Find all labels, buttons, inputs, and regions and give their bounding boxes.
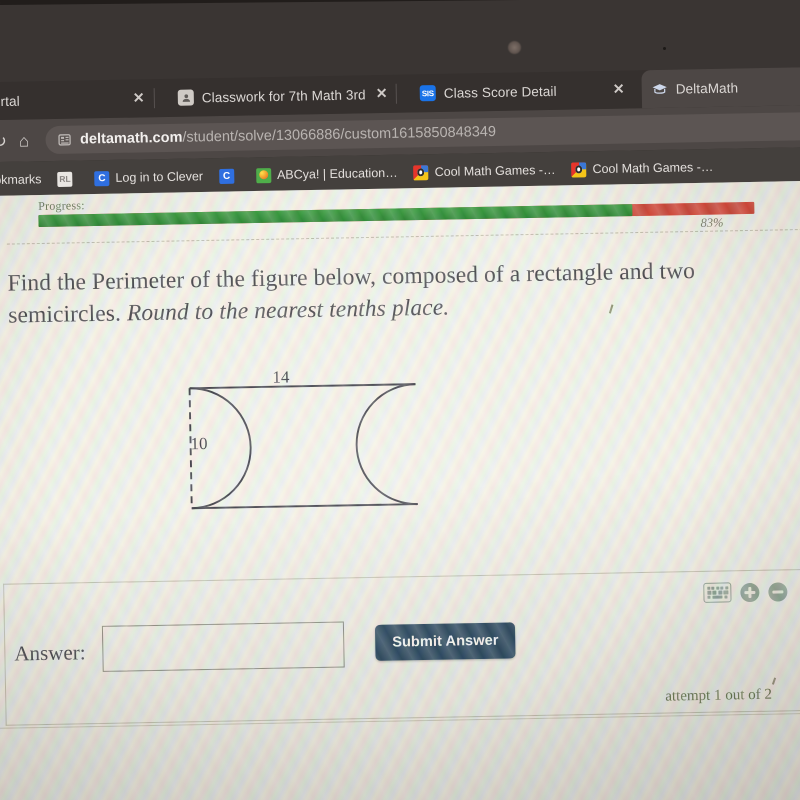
minus-icon[interactable] <box>768 581 788 602</box>
bookmark-clever[interactable]: C <box>214 166 245 186</box>
url-text: deltamath.com/student/solve/13066886/cus… <box>80 124 496 148</box>
question-text: Find the Perimeter of the figure below, … <box>7 253 798 332</box>
tab-label: Class Score Detail <box>443 83 557 101</box>
sis-icon: SIS <box>419 85 436 102</box>
submit-answer-button[interactable]: Submit Answer <box>374 622 516 661</box>
question-line-1: Find the Perimeter of the figure below, … <box>7 257 696 297</box>
bookmark-cool-math-games-2[interactable]: Cool Math Games -… <box>566 157 718 179</box>
abcya-icon <box>255 167 272 183</box>
tab-class-score-detail[interactable]: SIS Class Score Detail <box>409 71 600 112</box>
bookmarks-folder-label[interactable]: ookmarks <box>0 170 47 189</box>
figure-left-label: 10 <box>190 433 208 454</box>
deltamath-icon <box>652 81 668 97</box>
bookmark-abcya[interactable]: ABCya! | Education… <box>251 163 403 185</box>
bookmark-cool-math-games-1[interactable]: Cool Math Games -… <box>408 160 560 182</box>
attempt-counter: attempt 1 out of 2 <box>665 686 773 705</box>
bookmark-label: Log in to Clever <box>115 169 204 185</box>
question-line-2-plain: semicircles. <box>7 300 128 329</box>
progress-label: Progress: <box>38 198 85 214</box>
figure-top-label: 14 <box>272 367 290 387</box>
coolmath-icon <box>571 161 587 178</box>
screenshot-root: Portal ✕ Classwork for 7th Math 3rd ✕ SI… <box>0 0 800 800</box>
geometry-figure: 14 10 <box>177 367 430 523</box>
reload-icon[interactable]: ↻ <box>0 131 7 150</box>
tab-close-classwork[interactable]: ✕ <box>373 85 391 101</box>
progress-percent: 83% <box>700 215 724 230</box>
tab-divider <box>153 88 156 109</box>
keyboard-row <box>706 595 728 600</box>
coolmath-icon <box>413 164 429 180</box>
plus-icon[interactable] <box>740 582 760 602</box>
tab-classwork[interactable]: Classwork for 7th Math 3rd <box>167 75 378 117</box>
answer-tools <box>703 581 788 603</box>
bookmark-label: Cool Math Games -… <box>434 162 556 180</box>
tab-close-portal[interactable]: ✕ <box>130 89 148 105</box>
progress-bar <box>38 201 755 228</box>
tab-deltamath[interactable]: DeltaMath <box>641 66 800 109</box>
bookmark-rl[interactable]: RL <box>52 169 83 189</box>
address-bar[interactable]: deltamath.com/student/solve/13066886/cus… <box>44 111 800 155</box>
tab-portal[interactable]: Portal <box>0 80 129 121</box>
clever-icon: C <box>94 170 110 186</box>
deltamath-page: Progress: 83% Find the Perimeter of the … <box>0 180 800 800</box>
tab-close-class-score[interactable]: ✕ <box>610 81 628 97</box>
home-icon[interactable]: ⌂ <box>19 131 30 150</box>
tab-label: Classwork for 7th Math 3rd <box>201 86 366 105</box>
bookmark-log-in-to-clever[interactable]: C Log in to Clever <box>89 167 208 188</box>
keyboard-row <box>706 585 728 590</box>
answer-label: Answer: <box>14 640 86 666</box>
figure-svg <box>188 383 418 510</box>
rl-icon: RL <box>57 171 73 187</box>
url-domain: deltamath.com <box>79 129 183 148</box>
keyboard-icon[interactable] <box>703 582 732 603</box>
keyboard-row <box>706 590 728 595</box>
tab-label: DeltaMath <box>675 79 739 97</box>
url-path: /student/solve/13066886/custom1615850848… <box>182 123 497 146</box>
section-divider <box>6 228 800 245</box>
tab-divider <box>395 83 397 104</box>
clever-icon: C <box>218 168 235 184</box>
tab-label: Portal <box>0 93 20 109</box>
bookmark-label: ABCya! | Education… <box>276 165 398 182</box>
google-classroom-icon <box>177 89 194 106</box>
page-info-icon[interactable] <box>57 133 71 147</box>
bookmark-label: Cool Math Games -… <box>592 159 714 177</box>
question-line-2-italic: Round to the nearest tenths place. <box>126 294 450 327</box>
progress-bar-fill <box>38 204 633 228</box>
answer-input[interactable] <box>101 621 345 672</box>
